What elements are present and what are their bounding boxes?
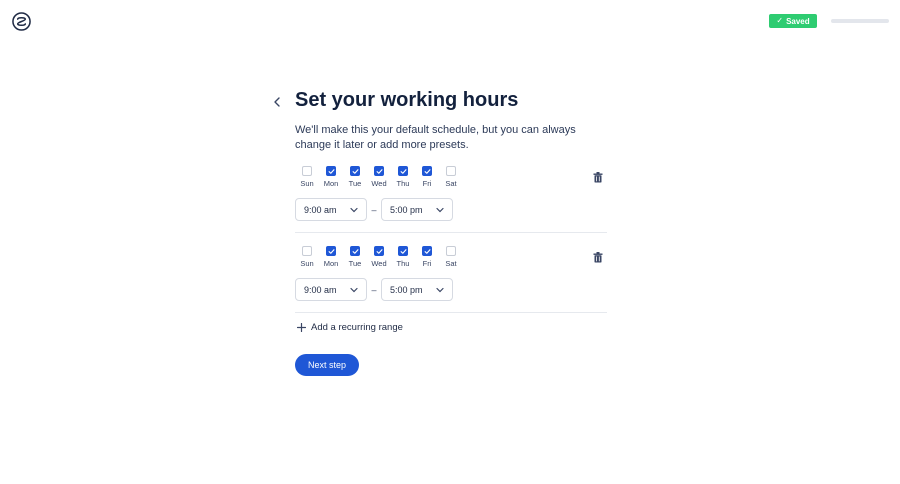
day-label: Thu: [396, 179, 410, 188]
day-toggle-mon[interactable]: Mon: [319, 166, 343, 188]
day-label: Sat: [445, 259, 457, 268]
day-label: Wed: [371, 179, 387, 188]
day-label: Mon: [323, 259, 339, 268]
recurring-range: Sun Mon Tue Wed Thu Fri Sat 9:00 am – 5:00 pm: [295, 166, 607, 221]
day-label: Fri: [422, 259, 432, 268]
add-range-label: Add a recurring range: [311, 322, 403, 333]
check-icon: [352, 168, 359, 174]
day-label: Tue: [348, 259, 362, 268]
page-title: Set your working hours: [295, 89, 519, 111]
start-time-value: 9:00 am: [304, 284, 337, 295]
start-time-select[interactable]: 9:00 am: [295, 198, 367, 221]
day-toggle-sun[interactable]: Sun: [295, 166, 319, 188]
back-button[interactable]: [270, 95, 284, 109]
saved-label: Saved: [786, 16, 810, 26]
day-checkbox[interactable]: [302, 246, 312, 256]
day-checkbox[interactable]: [374, 166, 384, 176]
chevron-down-icon: [436, 287, 444, 292]
day-selector: Sun Mon Tue Wed Thu Fri Sat: [295, 166, 607, 188]
day-label: Tue: [348, 179, 362, 188]
page-description: We'll make this your default schedule, b…: [295, 124, 576, 151]
day-toggle-thu[interactable]: Thu: [391, 246, 415, 268]
day-checkbox[interactable]: [350, 246, 360, 256]
range-divider: [295, 232, 607, 233]
day-checkbox[interactable]: [374, 246, 384, 256]
check-icon: [376, 248, 383, 254]
day-checkbox[interactable]: [302, 166, 312, 176]
day-toggle-sun[interactable]: Sun: [295, 246, 319, 268]
day-checkbox[interactable]: [398, 166, 408, 176]
check-icon: [400, 248, 407, 254]
day-toggle-tue[interactable]: Tue: [343, 246, 367, 268]
range-divider: [295, 312, 607, 313]
time-range: 9:00 am – 5:00 pm: [295, 198, 607, 221]
trash-icon[interactable]: [593, 252, 603, 263]
day-toggle-wed[interactable]: Wed: [367, 166, 391, 188]
logo-icon: [12, 12, 31, 31]
saved-badge: ✓ Saved: [769, 14, 817, 28]
time-separator: –: [371, 284, 377, 295]
end-time-select[interactable]: 5:00 pm: [381, 198, 453, 221]
trash-icon[interactable]: [593, 172, 603, 183]
end-time-select[interactable]: 5:00 pm: [381, 278, 453, 301]
day-toggle-thu[interactable]: Thu: [391, 166, 415, 188]
start-time-select[interactable]: 9:00 am: [295, 278, 367, 301]
recurring-range: Sun Mon Tue Wed Thu Fri Sat 9:00 am – 5:00 pm: [295, 246, 607, 301]
day-label: Sat: [445, 179, 457, 188]
plus-icon: [297, 323, 306, 332]
day-toggle-sat[interactable]: Sat: [439, 246, 463, 268]
check-icon: [424, 248, 431, 254]
chevron-down-icon: [350, 207, 358, 212]
time-range: 9:00 am – 5:00 pm: [295, 278, 607, 301]
day-checkbox[interactable]: [446, 166, 456, 176]
day-checkbox[interactable]: [422, 166, 432, 176]
time-separator: –: [371, 204, 377, 215]
check-icon: [376, 168, 383, 174]
day-checkbox[interactable]: [326, 246, 336, 256]
check-icon: [424, 168, 431, 174]
progress-bar: [831, 19, 889, 23]
day-toggle-sat[interactable]: Sat: [439, 166, 463, 188]
day-label: Mon: [323, 179, 339, 188]
next-step-button[interactable]: Next step: [295, 354, 359, 376]
day-checkbox[interactable]: [326, 166, 336, 176]
end-time-value: 5:00 pm: [390, 204, 423, 215]
day-label: Sun: [300, 259, 314, 268]
start-time-value: 9:00 am: [304, 204, 337, 215]
check-icon: [352, 248, 359, 254]
chevron-down-icon: [436, 207, 444, 212]
day-selector: Sun Mon Tue Wed Thu Fri Sat: [295, 246, 607, 268]
day-checkbox[interactable]: [446, 246, 456, 256]
day-toggle-tue[interactable]: Tue: [343, 166, 367, 188]
day-label: Sun: [300, 179, 314, 188]
day-toggle-wed[interactable]: Wed: [367, 246, 391, 268]
chevron-down-icon: [350, 287, 358, 292]
day-checkbox[interactable]: [398, 246, 408, 256]
day-toggle-mon[interactable]: Mon: [319, 246, 343, 268]
check-icon: ✓: [776, 16, 784, 25]
add-recurring-range-button[interactable]: Add a recurring range: [297, 322, 403, 333]
day-toggle-fri[interactable]: Fri: [415, 166, 439, 188]
check-icon: [400, 168, 407, 174]
end-time-value: 5:00 pm: [390, 284, 423, 295]
day-label: Thu: [396, 259, 410, 268]
day-checkbox[interactable]: [350, 166, 360, 176]
day-label: Fri: [422, 179, 432, 188]
day-checkbox[interactable]: [422, 246, 432, 256]
chevron-left-icon: [274, 97, 280, 107]
check-icon: [328, 248, 335, 254]
day-label: Wed: [371, 259, 387, 268]
day-toggle-fri[interactable]: Fri: [415, 246, 439, 268]
check-icon: [328, 168, 335, 174]
